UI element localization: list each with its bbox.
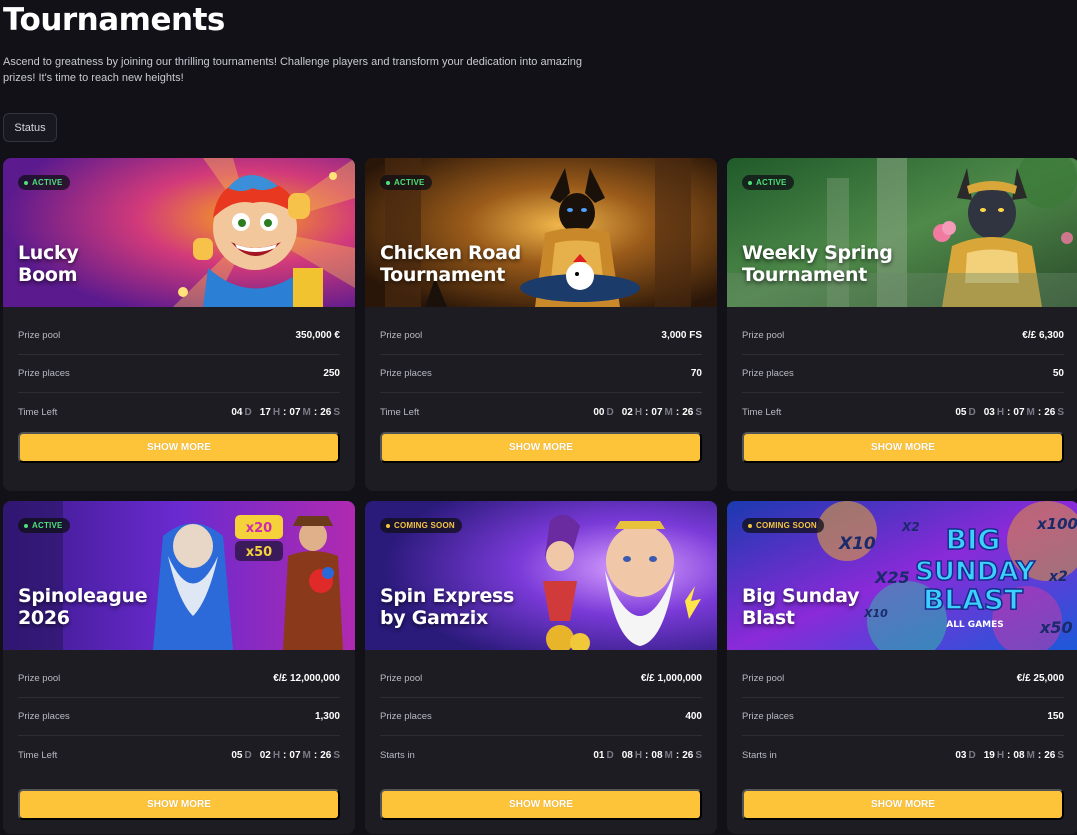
tournament-card: x20 x50 ACTIVE Spinoleague 2026 Prize poo…: [3, 501, 355, 834]
prize-pool-value: 350,000 €: [295, 330, 341, 341]
prize-places-row: Prize places 400: [380, 698, 702, 736]
tournament-title: Lucky Boom: [18, 242, 79, 286]
show-more-button[interactable]: SHOW MORE: [742, 789, 1064, 820]
tournament-banner[interactable]: ACTIVE Weekly Spring Tournament: [727, 158, 1077, 307]
tournament-banner[interactable]: ACTIVE Lucky Boom: [3, 158, 355, 307]
prize-pool-value: €/£ 25,000: [1016, 673, 1064, 684]
prize-pool-row: Prize pool €/£ 6,300: [742, 317, 1064, 355]
tournament-title: Spin Express by Gamzix: [380, 585, 515, 629]
time-row: Time Left 00 D 02 H: 07 M: 26 S: [380, 406, 702, 418]
tournament-banner[interactable]: COMING SOON Spin Express by Gamzix: [365, 501, 717, 650]
tournament-card: ACTIVE Weekly Spring Tournament Prize poo…: [727, 158, 1077, 491]
status-dot-icon: [748, 180, 752, 185]
countdown-timer: 00 D 02 H: 07 M: 26 S: [593, 406, 702, 418]
status-dot-icon: [386, 180, 390, 185]
show-more-button[interactable]: SHOW MORE: [18, 432, 340, 463]
tournament-grid: ACTIVE Lucky Boom Prize pool 350,000 € Pri…: [3, 158, 1077, 834]
status-badge: ACTIVE: [18, 518, 70, 533]
svg-text:x2: x2: [1048, 569, 1068, 585]
prize-places-value: 1,300: [314, 711, 340, 722]
status-dot-icon: [24, 523, 28, 528]
status-filter-button[interactable]: Status: [3, 113, 57, 142]
tournament-details: Prize pool 3,000 FS Prize places 70 Time L…: [365, 317, 717, 431]
status-badge: COMING SOON: [380, 518, 462, 533]
tournament-card: COMING SOON Spin Express by Gamzix Prize …: [365, 501, 717, 834]
tournament-card: BIG SUNDAY BLAST ALL GAMES X10 X2 X25 x1…: [727, 501, 1077, 834]
prize-places-row: Prize places 250: [18, 355, 340, 393]
countdown-timer: 05 D 03 H: 07 M: 26 S: [955, 406, 1064, 418]
page-title: Tournaments: [3, 2, 225, 38]
tournament-details: Prize pool €/£ 12,000,000 Prize places 1,3…: [3, 660, 355, 774]
tournament-title: Weekly Spring Tournament: [742, 242, 893, 286]
svg-text:x20: x20: [246, 521, 272, 536]
prize-pool-value: €/£ 12,000,000: [273, 673, 340, 684]
status-dot-icon: [24, 180, 28, 185]
prize-places-value: 150: [1047, 711, 1064, 722]
show-more-button[interactable]: SHOW MORE: [18, 789, 340, 820]
prize-pool-row: Prize pool 3,000 FS: [380, 317, 702, 355]
tournament-title: Chicken Road Tournament: [380, 242, 521, 286]
status-dot-icon: [386, 523, 390, 528]
tournament-title: Big Sunday Blast: [742, 585, 860, 629]
svg-text:BIG: BIG: [946, 523, 1001, 556]
prize-pool-row: Prize pool €/£ 1,000,000: [380, 660, 702, 698]
tournament-details: Prize pool €/£ 1,000,000 Prize places 400 …: [365, 660, 717, 774]
tournament-title: Spinoleague 2026: [18, 585, 148, 629]
status-badge: ACTIVE: [742, 175, 794, 190]
prize-pool-value: €/£ 6,300: [1022, 330, 1064, 341]
countdown-timer: 04 D 17 H: 07 M: 26 S: [231, 406, 340, 418]
prize-pool-row: Prize pool €/£ 12,000,000: [18, 660, 340, 698]
status-badge: COMING SOON: [742, 518, 824, 533]
svg-text:x50: x50: [246, 545, 272, 560]
countdown-timer: 03 D 19 H: 08 M: 26 S: [955, 749, 1064, 761]
countdown-timer: 01 D 08 H: 08 M: 26 S: [593, 749, 702, 761]
time-row: Starts in 01 D 08 H: 08 M: 26 S: [380, 749, 702, 761]
status-badge: ACTIVE: [18, 175, 70, 190]
show-more-button[interactable]: SHOW MORE: [380, 789, 702, 820]
time-row: Time Left 04 D 17 H: 07 M: 26 S: [18, 406, 340, 418]
prize-places-value: 70: [690, 368, 702, 379]
prize-places-value: 250: [323, 368, 340, 379]
tournament-banner[interactable]: BIG SUNDAY BLAST ALL GAMES X10 X2 X25 x1…: [727, 501, 1077, 650]
show-more-button[interactable]: SHOW MORE: [742, 432, 1064, 463]
tournament-card: ACTIVE Lucky Boom Prize pool 350,000 € Pri…: [3, 158, 355, 491]
prize-places-row: Prize places 70: [380, 355, 702, 393]
status-badge: ACTIVE: [380, 175, 432, 190]
prize-places-row: Prize places 1,300: [18, 698, 340, 736]
prize-places-value: 400: [685, 711, 702, 722]
tournament-details: Prize pool 350,000 € Prize places 250 Time…: [3, 317, 355, 431]
page-description: Ascend to greatness by joining our thril…: [3, 56, 583, 84]
show-more-button[interactable]: SHOW MORE: [380, 432, 702, 463]
svg-text:x50: x50: [1039, 618, 1073, 637]
time-row: Time Left 05 D 03 H: 07 M: 26 S: [742, 406, 1064, 418]
tournament-card: ACTIVE Chicken Road Tournament Prize pool…: [365, 158, 717, 491]
prize-pool-value: €/£ 1,000,000: [640, 673, 702, 684]
tournament-banner[interactable]: ACTIVE Chicken Road Tournament: [365, 158, 717, 307]
prize-places-row: Prize places 150: [742, 698, 1064, 736]
countdown-timer: 05 D 02 H: 07 M: 26 S: [231, 749, 340, 761]
prize-pool-row: Prize pool €/£ 25,000: [742, 660, 1064, 698]
tournament-details: Prize pool €/£ 25,000 Prize places 150 Sta…: [727, 660, 1077, 774]
tournament-details: Prize pool €/£ 6,300 Prize places 50 Time …: [727, 317, 1077, 431]
svg-text:X10: X10: [838, 534, 876, 554]
prize-pool-row: Prize pool 350,000 €: [18, 317, 340, 355]
tournament-banner[interactable]: x20 x50 ACTIVE Spinoleague 2026: [3, 501, 355, 650]
time-row: Time Left 05 D 02 H: 07 M: 26 S: [18, 749, 340, 761]
time-row: Starts in 03 D 19 H: 08 M: 26 S: [742, 749, 1064, 761]
svg-text:x100: x100: [1036, 515, 1077, 533]
prize-pool-value: 3,000 FS: [661, 330, 702, 341]
status-dot-icon: [748, 523, 752, 528]
prize-places-row: Prize places 50: [742, 355, 1064, 393]
prize-places-value: 50: [1052, 368, 1064, 379]
svg-text:X2: X2: [901, 520, 920, 534]
